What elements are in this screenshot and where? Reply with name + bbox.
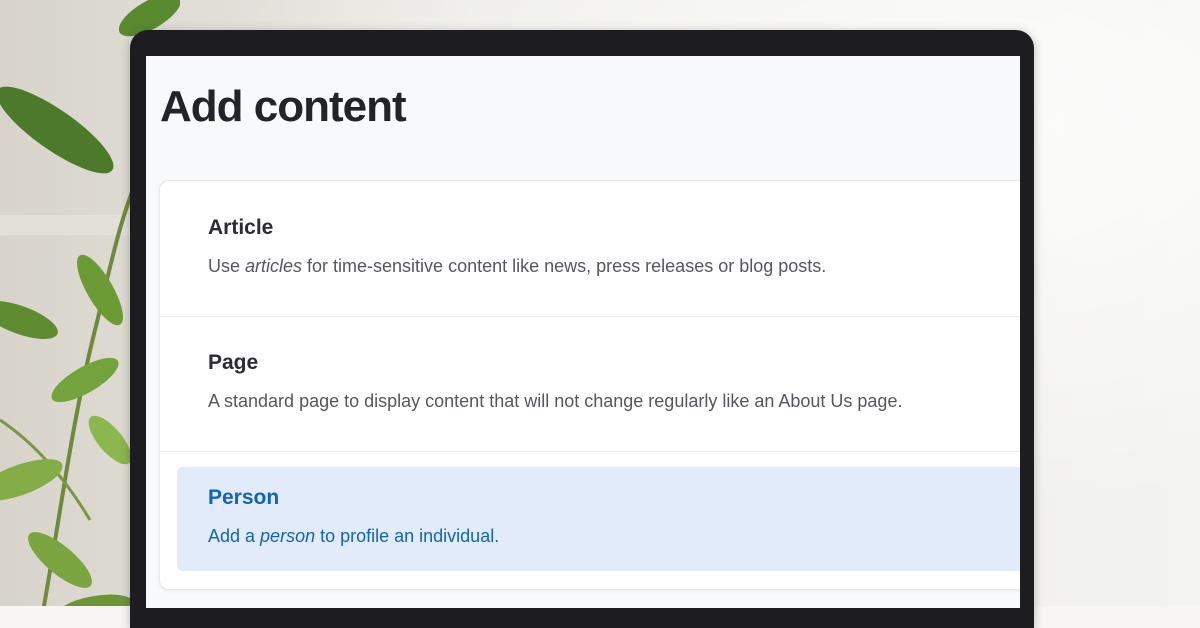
- content-type-person[interactable]: Person Add a person to profile an indivi…: [177, 467, 1020, 571]
- content-type-list: Article Use articles for time-sensitive …: [159, 180, 1020, 590]
- content-type-article[interactable]: Article Use articles for time-sensitive …: [160, 181, 1020, 317]
- content-type-title[interactable]: Article: [208, 216, 273, 240]
- content-type-title[interactable]: Page: [208, 351, 258, 375]
- content-type-title[interactable]: Person: [208, 486, 279, 510]
- content-type-description: Add a person to profile an individual.: [208, 526, 500, 546]
- content-type-page[interactable]: Page A standard page to display content …: [160, 316, 1020, 452]
- laptop-screen: Add content Article Use articles for tim…: [146, 56, 1020, 608]
- content-type-description: A standard page to display content that …: [208, 391, 903, 411]
- page-title: Add content: [160, 82, 407, 131]
- content-type-description: Use articles for time-sensitive content …: [208, 256, 827, 276]
